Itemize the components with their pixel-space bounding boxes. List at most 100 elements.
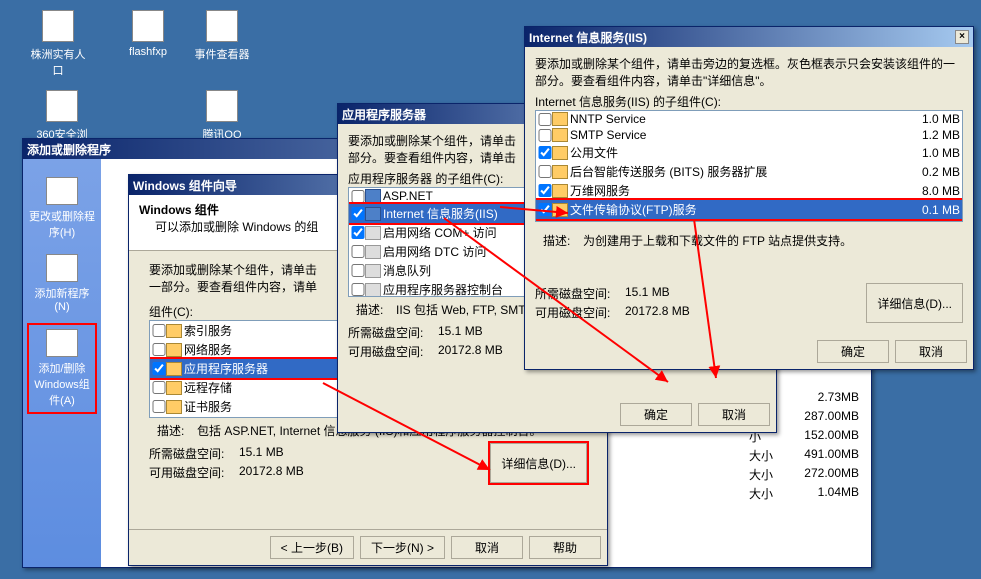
checkbox[interactable]	[351, 245, 365, 258]
close-icon[interactable]: ×	[955, 30, 969, 44]
disk-available: 可用磁盘空间:20172.8 MB	[535, 304, 690, 321]
details-button[interactable]: 详细信息(D)...	[490, 443, 587, 483]
list-item[interactable]: SMTP Service1.2 MB	[536, 127, 962, 143]
component-icon	[365, 264, 381, 278]
browser-icon	[46, 90, 78, 122]
disk-required: 所需磁盘空间:15.1 MB	[149, 445, 304, 462]
cancel-button[interactable]: 取消	[698, 403, 770, 426]
file-row: 大小1.04MB	[695, 484, 865, 503]
folder-icon	[42, 10, 74, 42]
checkbox[interactable]	[538, 165, 552, 178]
item-label: SMTP Service	[570, 128, 900, 142]
description: 描述:为创建用于上载和下载文件的 FTP 站点提供支持。	[535, 228, 963, 253]
item-label: NNTP Service	[570, 112, 900, 126]
folder-icon	[552, 165, 568, 179]
checkbox[interactable]	[351, 283, 365, 296]
windows-icon	[46, 329, 78, 357]
list-item[interactable]: 万维网服务8.0 MB	[536, 181, 962, 200]
next-button[interactable]: 下一步(N) >	[360, 536, 445, 559]
iis-dialog: Internet 信息服务(IIS) × 要添加或删除某个组件，请单击旁边的复选…	[524, 26, 974, 370]
dialog-instruction: 要添加或删除某个组件，请单击旁边的复选框。灰色框表示只会安装该组件的一部分。要查…	[535, 55, 963, 89]
ok-button[interactable]: 确定	[817, 340, 889, 363]
box-icon	[46, 177, 78, 205]
icon-label: flashfxp	[118, 46, 178, 58]
folder-icon	[552, 146, 568, 160]
component-icon	[166, 400, 182, 414]
desktop-icon[interactable]: 事件查看器	[192, 10, 252, 62]
iis-subcomponents-list[interactable]: NNTP Service1.0 MB SMTP Service1.2 MB 公用…	[535, 110, 963, 222]
aspnet-icon	[365, 189, 381, 203]
list-item[interactable]: 后台智能传送服务 (BITS) 服务器扩展0.2 MB	[536, 162, 962, 181]
sidebar-item-windows-components[interactable]: 添加/删除Windows组件(A)	[27, 323, 97, 414]
item-size: 1.2 MB	[900, 128, 960, 142]
desktop-icon[interactable]: flashfxp	[118, 10, 178, 58]
cancel-button[interactable]: 取消	[895, 340, 967, 363]
checkbox[interactable]	[152, 343, 166, 356]
titlebar[interactable]: Internet 信息服务(IIS) ×	[525, 27, 973, 47]
checkbox[interactable]	[152, 381, 166, 394]
checkbox[interactable]	[538, 184, 552, 197]
component-icon	[365, 226, 381, 240]
window-title: Windows 组件向导	[133, 177, 237, 194]
cd-icon	[46, 254, 78, 282]
sidebar-item-change-remove[interactable]: 更改或删除程序(H)	[27, 173, 97, 244]
sidebar-label: 添加新程序(N)	[35, 288, 90, 313]
component-icon	[166, 343, 182, 357]
component-icon	[166, 362, 182, 376]
folder-icon	[552, 128, 568, 142]
item-label: 万维网服务	[570, 182, 900, 199]
item-size: 0.2 MB	[900, 165, 960, 179]
desktop-icon[interactable]: 腾讯QQ	[192, 90, 252, 142]
folder-icon	[552, 203, 568, 217]
checkbox[interactable]	[351, 207, 365, 220]
details-button[interactable]: 详细信息(D)...	[866, 283, 963, 323]
checkbox[interactable]	[538, 146, 552, 159]
wizard-heading: Windows 组件	[139, 203, 219, 217]
checkbox[interactable]	[152, 400, 166, 413]
help-button[interactable]: 帮助	[529, 536, 601, 559]
sidebar: 更改或删除程序(H) 添加新程序(N) 添加/删除Windows组件(A)	[23, 159, 101, 567]
window-title: 应用程序服务器	[342, 106, 426, 123]
checkbox[interactable]	[351, 226, 365, 239]
disk-required: 所需磁盘空间:15.1 MB	[535, 285, 690, 302]
iis-icon	[365, 207, 381, 221]
checkbox[interactable]	[152, 362, 166, 375]
list-item[interactable]: 公用文件1.0 MB	[536, 143, 962, 162]
back-button[interactable]: < 上一步(B)	[270, 536, 354, 559]
checkbox[interactable]	[538, 113, 552, 126]
checkbox[interactable]	[152, 324, 166, 337]
eventviewer-icon	[206, 10, 238, 42]
list-item[interactable]: NNTP Service1.0 MB	[536, 111, 962, 127]
cancel-button[interactable]: 取消	[451, 536, 523, 559]
component-icon	[365, 245, 381, 259]
sidebar-label: 添加/删除Windows组件(A)	[34, 363, 90, 407]
item-size: 1.0 MB	[900, 146, 960, 160]
list-item-ftp[interactable]: 文件传输协议(FTP)服务0.1 MB	[536, 200, 962, 219]
component-icon	[365, 283, 381, 297]
folder-icon	[552, 112, 568, 126]
folder-icon	[552, 184, 568, 198]
window-title: 添加或删除程序	[27, 141, 111, 158]
desktop-icon[interactable]: 株洲实有人口	[28, 10, 88, 78]
checkbox[interactable]	[351, 190, 365, 203]
sidebar-label: 更改或删除程序(H)	[29, 211, 95, 239]
ok-button[interactable]: 确定	[620, 403, 692, 426]
sub-components-label: Internet 信息服务(IIS) 的子组件(C):	[535, 93, 963, 110]
sidebar-item-add-new[interactable]: 添加新程序(N)	[27, 250, 97, 317]
item-label: 公用文件	[570, 144, 900, 161]
component-icon	[166, 324, 182, 338]
item-label: 后台智能传送服务 (BITS) 服务器扩展	[570, 163, 900, 180]
item-size: 8.0 MB	[900, 184, 960, 198]
window-title: Internet 信息服务(IIS)	[529, 29, 647, 46]
icon-label: 株洲实有人口	[28, 46, 88, 78]
wizard-subheading: 可以添加或删除 Windows 的组	[155, 220, 318, 234]
checkbox[interactable]	[351, 264, 365, 277]
item-size: 0.1 MB	[900, 203, 960, 217]
file-row: 大小272.00MB	[695, 465, 865, 484]
component-icon	[166, 381, 182, 395]
checkbox[interactable]	[538, 203, 552, 216]
disk-required: 所需磁盘空间:15.1 MB	[348, 324, 503, 341]
app-icon	[132, 10, 164, 42]
disk-available: 可用磁盘空间:20172.8 MB	[149, 464, 304, 481]
checkbox[interactable]	[538, 129, 552, 142]
